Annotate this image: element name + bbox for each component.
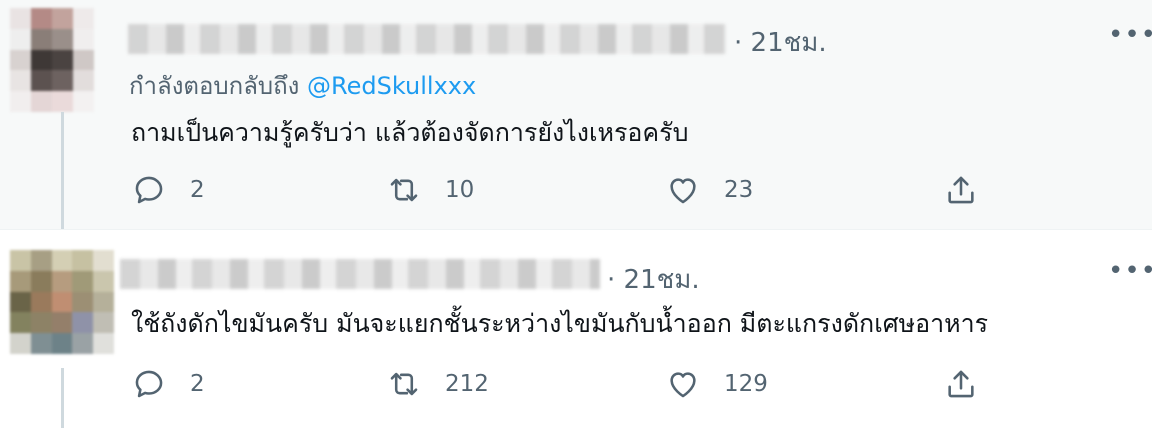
like-button[interactable]: 129 (666, 367, 768, 401)
retweet-count: 10 (445, 177, 475, 203)
share-icon (948, 176, 974, 204)
replying-to-label: กำลังตอบกลับถึง (129, 72, 308, 100)
reply-button[interactable]: 2 (132, 173, 205, 207)
tweet-text: ใช้ถังดักไขมันครับ มันจะแยกชั้นระหว่างไข… (131, 309, 989, 338)
retweet-button[interactable]: 212 (387, 367, 489, 401)
like-count: 129 (724, 371, 768, 397)
tweet-text: ถามเป็นความรู้ครับว่า แล้วต้องจัดการยังไ… (131, 118, 689, 147)
share-button[interactable] (944, 173, 978, 207)
thread-line (61, 112, 64, 229)
thread-line (61, 368, 64, 428)
like-button[interactable]: 23 (666, 173, 753, 207)
reply-bubble-icon (135, 176, 163, 204)
reply-count: 2 (190, 177, 205, 203)
author-name-redacted[interactable] (128, 24, 726, 54)
tweet-reply-1[interactable]: · 21ชม. ••• กำลังตอบกลับถึง @RedSkullxxx… (0, 0, 1152, 229)
retweet-button[interactable]: 10 (387, 173, 474, 207)
share-icon (948, 370, 974, 398)
retweet-count: 212 (445, 371, 489, 397)
heart-icon (670, 372, 696, 398)
retweet-icon (390, 372, 418, 396)
more-dots-icon[interactable]: ••• (1108, 258, 1152, 284)
replying-to: กำลังตอบกลับถึง @RedSkullxxx (129, 66, 476, 105)
reply-button[interactable]: 2 (132, 367, 205, 401)
author-name-redacted[interactable] (120, 259, 600, 289)
avatar[interactable] (10, 8, 94, 112)
replying-to-handle[interactable]: @RedSkullxxx (307, 72, 476, 100)
retweet-icon (390, 178, 418, 202)
heart-icon (670, 178, 696, 204)
avatar[interactable] (10, 250, 114, 354)
more-dots-icon[interactable]: ••• (1108, 22, 1152, 48)
share-button[interactable] (944, 367, 978, 401)
like-count: 23 (724, 177, 754, 203)
reply-bubble-icon (135, 370, 163, 398)
timestamp[interactable]: · 21ชม. (734, 22, 827, 63)
timestamp[interactable]: · 21ชม. (607, 259, 700, 300)
reply-count: 2 (190, 371, 205, 397)
